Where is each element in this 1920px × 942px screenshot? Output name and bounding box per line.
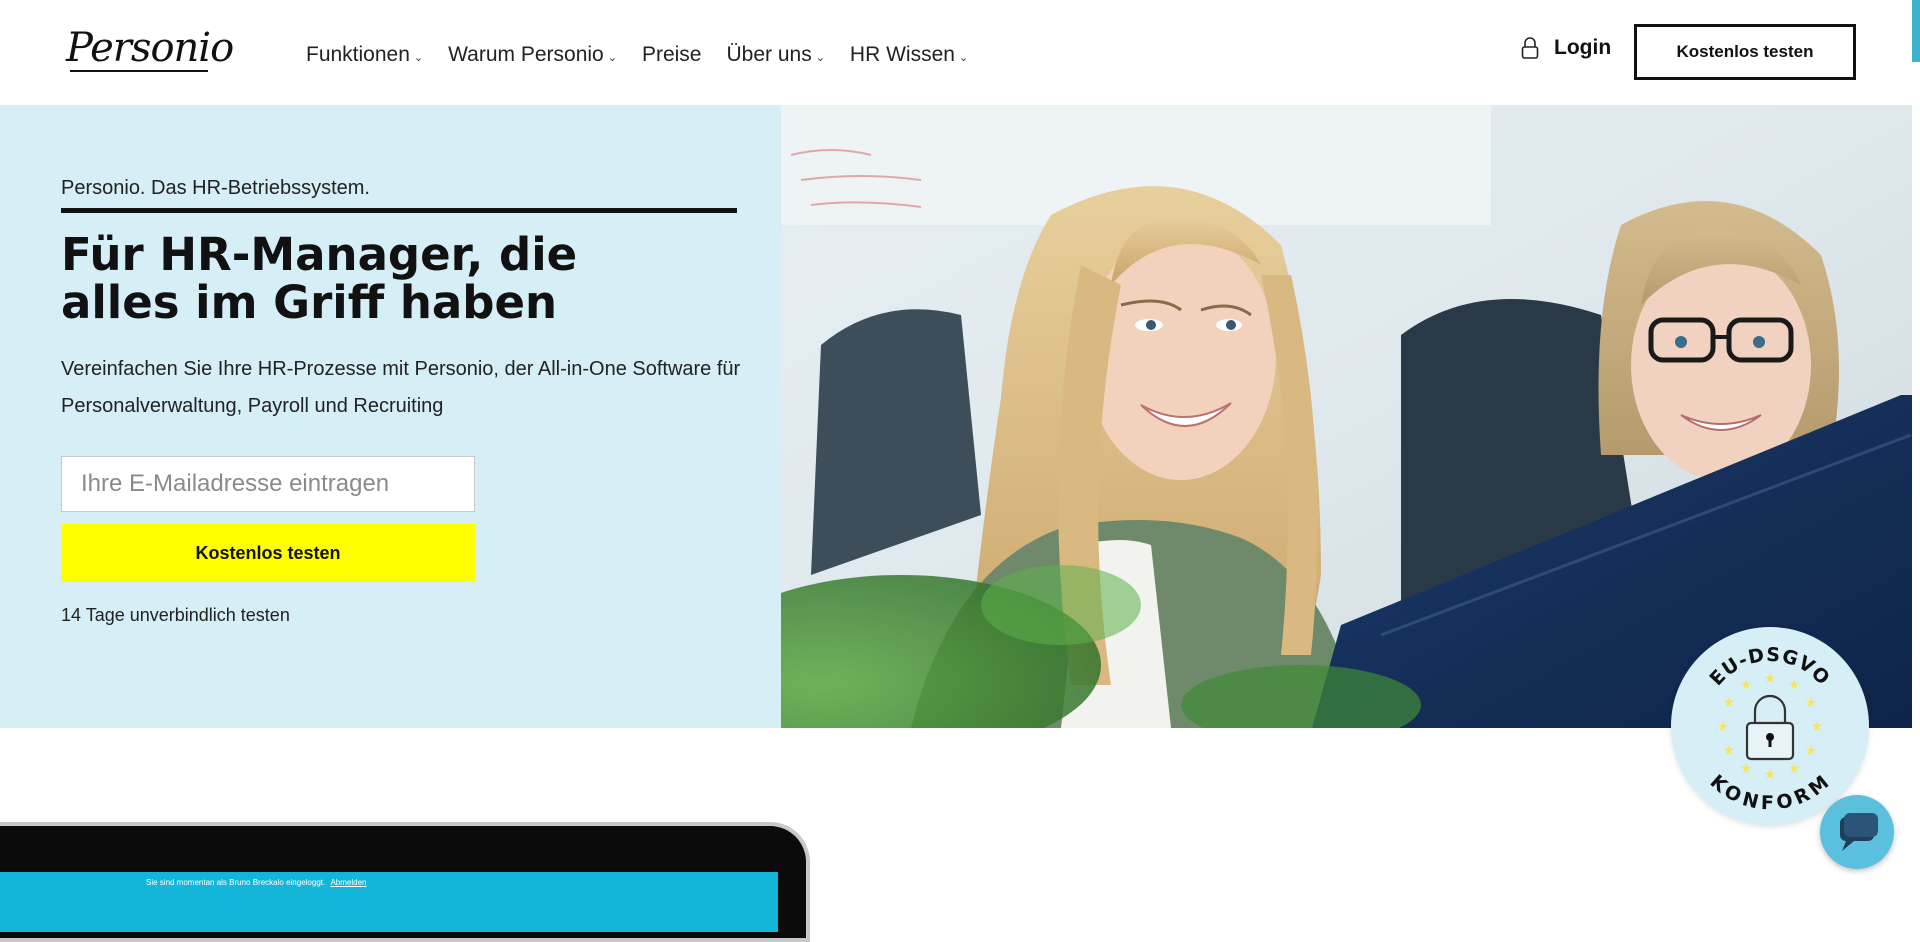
personio-logo[interactable]: Personio: [66, 26, 234, 76]
hero-headline: Für HR-Manager, die alles im Griff haben: [61, 228, 578, 329]
session-status-text: Sie sind momentan als Bruno Breckalo ein…: [146, 878, 326, 887]
user-icon: [1521, 37, 1539, 59]
hero-panel: Personio. Das HR-Betriebssystem. Für HR-…: [0, 105, 781, 728]
scroll-indicator: [1912, 0, 1920, 62]
trial-note: 14 Tage unverbindlich testen: [61, 605, 290, 625]
hero-trial-button[interactable]: Kostenlos testen: [61, 524, 475, 582]
svg-text:★: ★: [1764, 766, 1777, 782]
session-status: Sie sind momentan als Bruno Breckalo ein…: [146, 878, 366, 887]
nav-item-label: Über uns: [726, 43, 812, 66]
svg-text:★: ★: [1717, 718, 1730, 734]
chat-bubble-icon: [1840, 813, 1878, 851]
logo-wordmark: Personio: [66, 25, 234, 71]
login-label: Login: [1554, 36, 1612, 59]
nav-item-label: Funktionen: [306, 43, 410, 66]
logout-link[interactable]: Abmelden: [330, 878, 366, 887]
site-header: Personio Funktionen ⌄ Warum Personio ⌄ P…: [0, 0, 1920, 105]
svg-text:★: ★: [1723, 694, 1736, 710]
chevron-down-icon: ⌄: [958, 51, 969, 64]
nav-item-label: Warum Personio: [448, 43, 604, 66]
padlock-icon: [1745, 694, 1795, 761]
email-input[interactable]: [61, 456, 475, 512]
login-link[interactable]: Login: [1520, 36, 1611, 60]
nav-item-funktionen[interactable]: Funktionen ⌄: [306, 43, 423, 67]
nav-item-label: HR Wissen: [849, 43, 955, 66]
chat-button[interactable]: [1820, 795, 1894, 869]
nav-item-hr-wissen[interactable]: HR Wissen ⌄: [850, 43, 968, 67]
svg-text:★: ★: [1723, 742, 1736, 758]
svg-text:★: ★: [1788, 676, 1801, 692]
nav-item-label: Preise: [641, 43, 702, 66]
nav-item-preise[interactable]: Preise: [642, 43, 702, 67]
logo-underline: [70, 70, 208, 72]
svg-text:★: ★: [1805, 742, 1818, 758]
svg-text:★: ★: [1764, 670, 1777, 686]
svg-text:★: ★: [1811, 718, 1824, 734]
tagline-divider: [61, 208, 737, 213]
hero-subtext: Vereinfachen Sie Ihre HR-Prozesse mit Pe…: [61, 358, 741, 417]
hero-tagline: Personio. Das HR-Betriebssystem.: [61, 177, 370, 199]
nav-item-warum-personio[interactable]: Warum Personio ⌄: [448, 43, 617, 67]
chevron-down-icon: ⌄: [413, 51, 424, 64]
svg-text:★: ★: [1740, 760, 1753, 776]
laptop-screen: Sie sind momentan als Bruno Breckalo ein…: [0, 872, 778, 932]
nav-item-ueber-uns[interactable]: Über uns ⌄: [726, 43, 824, 67]
svg-text:★: ★: [1805, 694, 1818, 710]
svg-text:★: ★: [1788, 760, 1801, 776]
main-nav: Funktionen ⌄ Warum Personio ⌄ Preise Übe…: [306, 38, 993, 72]
chevron-down-icon: ⌄: [607, 51, 617, 64]
chevron-down-icon: ⌄: [815, 51, 825, 64]
laptop-preview: Sie sind momentan als Bruno Breckalo ein…: [0, 822, 810, 942]
svg-text:★: ★: [1740, 676, 1753, 692]
header-trial-button[interactable]: Kostenlos testen: [1634, 24, 1856, 80]
